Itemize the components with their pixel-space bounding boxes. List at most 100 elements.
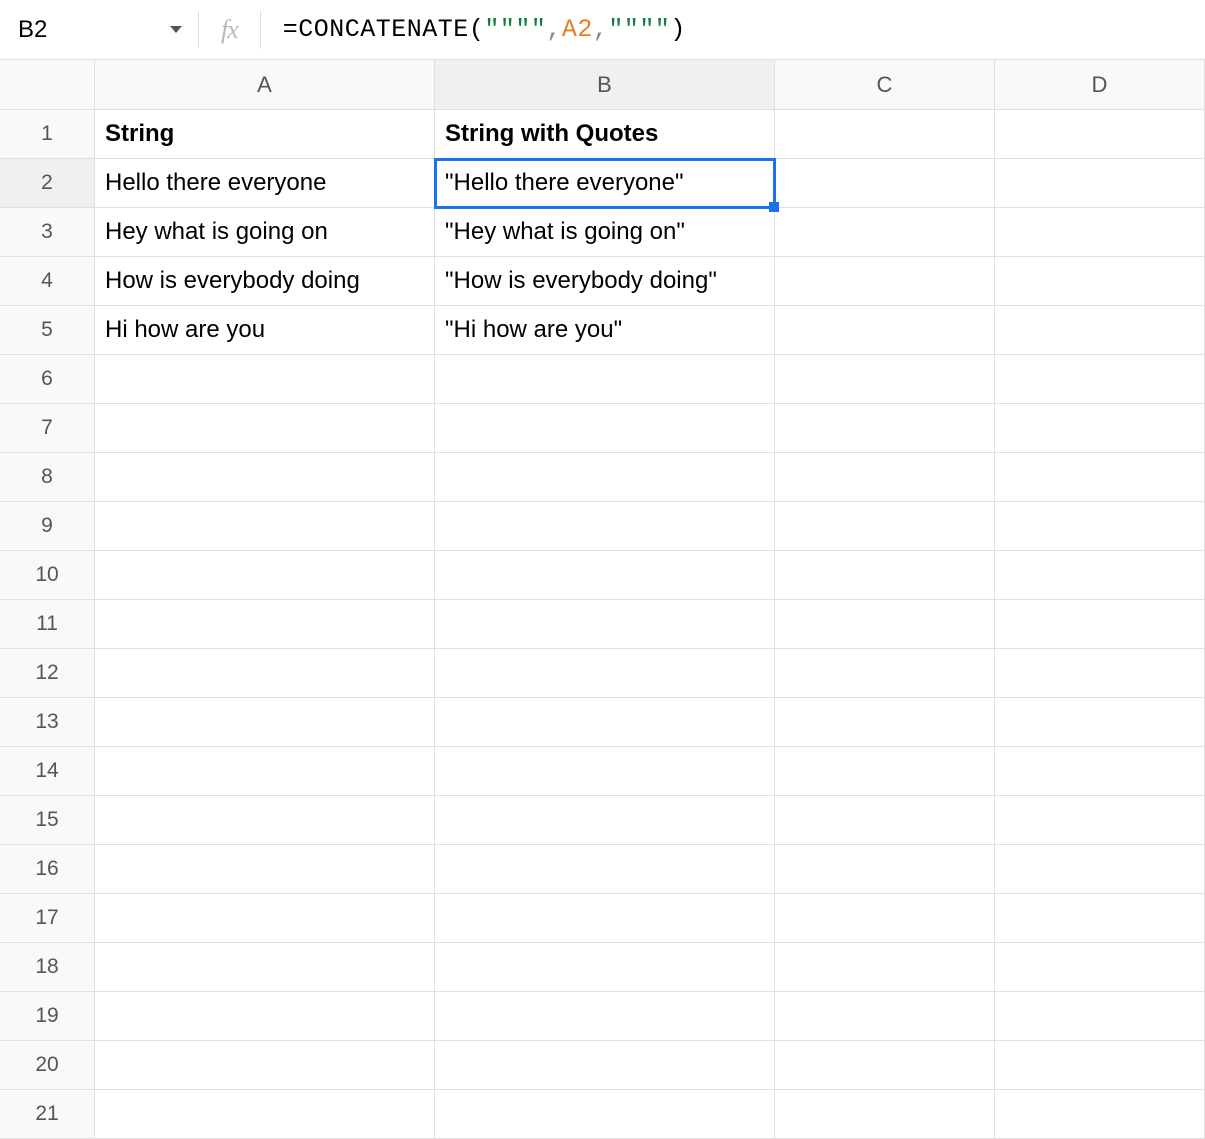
cell-B13[interactable] xyxy=(435,698,775,747)
cell-C16[interactable] xyxy=(775,845,995,894)
cell-D10[interactable] xyxy=(995,551,1205,600)
row-header-16[interactable]: 16 xyxy=(0,845,95,894)
cell-B17[interactable] xyxy=(435,894,775,943)
cell-B11[interactable] xyxy=(435,600,775,649)
cell-C20[interactable] xyxy=(775,1041,995,1090)
row-header-11[interactable]: 11 xyxy=(0,600,95,649)
name-box[interactable]: B2 xyxy=(0,0,198,59)
cell-C1[interactable] xyxy=(775,110,995,159)
cell-D21[interactable] xyxy=(995,1090,1205,1139)
cell-A18[interactable] xyxy=(95,943,435,992)
cell-D3[interactable] xyxy=(995,208,1205,257)
row-header-10[interactable]: 10 xyxy=(0,551,95,600)
formula-input[interactable]: =CONCATENATE("""",A2,"""") xyxy=(283,15,1205,44)
cell-B12[interactable] xyxy=(435,649,775,698)
row-header-7[interactable]: 7 xyxy=(0,404,95,453)
row-header-4[interactable]: 4 xyxy=(0,257,95,306)
row-header-9[interactable]: 9 xyxy=(0,502,95,551)
cell-C18[interactable] xyxy=(775,943,995,992)
column-header-B[interactable]: B xyxy=(435,60,775,110)
cell-C5[interactable] xyxy=(775,306,995,355)
cell-D17[interactable] xyxy=(995,894,1205,943)
cell-B16[interactable] xyxy=(435,845,775,894)
cell-B1[interactable]: String with Quotes xyxy=(435,110,775,159)
row-header-20[interactable]: 20 xyxy=(0,1041,95,1090)
cell-D15[interactable] xyxy=(995,796,1205,845)
cell-C19[interactable] xyxy=(775,992,995,1041)
cell-D11[interactable] xyxy=(995,600,1205,649)
cell-D12[interactable] xyxy=(995,649,1205,698)
select-all-corner[interactable] xyxy=(0,60,95,110)
cell-A4[interactable]: How is everybody doing xyxy=(95,257,435,306)
cell-D2[interactable] xyxy=(995,159,1205,208)
cell-A2[interactable]: Hello there everyone xyxy=(95,159,435,208)
cell-C8[interactable] xyxy=(775,453,995,502)
row-header-2[interactable]: 2 xyxy=(0,159,95,208)
cell-C3[interactable] xyxy=(775,208,995,257)
cell-A10[interactable] xyxy=(95,551,435,600)
cell-D14[interactable] xyxy=(995,747,1205,796)
cell-C14[interactable] xyxy=(775,747,995,796)
row-header-12[interactable]: 12 xyxy=(0,649,95,698)
row-header-8[interactable]: 8 xyxy=(0,453,95,502)
cell-B18[interactable] xyxy=(435,943,775,992)
row-header-19[interactable]: 19 xyxy=(0,992,95,1041)
row-header-5[interactable]: 5 xyxy=(0,306,95,355)
row-header-17[interactable]: 17 xyxy=(0,894,95,943)
cell-A13[interactable] xyxy=(95,698,435,747)
row-header-1[interactable]: 1 xyxy=(0,110,95,159)
cell-A8[interactable] xyxy=(95,453,435,502)
cell-A15[interactable] xyxy=(95,796,435,845)
cell-D9[interactable] xyxy=(995,502,1205,551)
chevron-down-icon[interactable] xyxy=(170,26,182,33)
cell-C21[interactable] xyxy=(775,1090,995,1139)
cell-C17[interactable] xyxy=(775,894,995,943)
cell-A12[interactable] xyxy=(95,649,435,698)
cell-D4[interactable] xyxy=(995,257,1205,306)
cell-A1[interactable]: String xyxy=(95,110,435,159)
cell-A5[interactable]: Hi how are you xyxy=(95,306,435,355)
cell-C12[interactable] xyxy=(775,649,995,698)
column-header-D[interactable]: D xyxy=(995,60,1205,110)
cell-D5[interactable] xyxy=(995,306,1205,355)
cell-C6[interactable] xyxy=(775,355,995,404)
row-header-21[interactable]: 21 xyxy=(0,1090,95,1139)
cell-C15[interactable] xyxy=(775,796,995,845)
cell-D13[interactable] xyxy=(995,698,1205,747)
cell-C10[interactable] xyxy=(775,551,995,600)
cell-A21[interactable] xyxy=(95,1090,435,1139)
column-header-A[interactable]: A xyxy=(95,60,435,110)
row-header-14[interactable]: 14 xyxy=(0,747,95,796)
cell-B6[interactable] xyxy=(435,355,775,404)
cell-A11[interactable] xyxy=(95,600,435,649)
cell-B15[interactable] xyxy=(435,796,775,845)
cell-B10[interactable] xyxy=(435,551,775,600)
cell-D18[interactable] xyxy=(995,943,1205,992)
cell-D7[interactable] xyxy=(995,404,1205,453)
cell-A17[interactable] xyxy=(95,894,435,943)
cell-D6[interactable] xyxy=(995,355,1205,404)
cell-D19[interactable] xyxy=(995,992,1205,1041)
spreadsheet-grid[interactable]: ABCD 1StringString with Quotes 2Hello ther… xyxy=(0,60,1205,1139)
cell-B14[interactable] xyxy=(435,747,775,796)
cell-D8[interactable] xyxy=(995,453,1205,502)
cell-B21[interactable] xyxy=(435,1090,775,1139)
cell-A14[interactable] xyxy=(95,747,435,796)
cell-B3[interactable]: "Hey what is going on" xyxy=(435,208,775,257)
cell-B8[interactable] xyxy=(435,453,775,502)
cell-C7[interactable] xyxy=(775,404,995,453)
cell-A16[interactable] xyxy=(95,845,435,894)
cell-C9[interactable] xyxy=(775,502,995,551)
row-header-15[interactable]: 15 xyxy=(0,796,95,845)
cell-A20[interactable] xyxy=(95,1041,435,1090)
cell-A9[interactable] xyxy=(95,502,435,551)
cell-D20[interactable] xyxy=(995,1041,1205,1090)
cell-B5[interactable]: "Hi how are you" xyxy=(435,306,775,355)
column-header-C[interactable]: C xyxy=(775,60,995,110)
cell-B7[interactable] xyxy=(435,404,775,453)
row-header-13[interactable]: 13 xyxy=(0,698,95,747)
cell-C11[interactable] xyxy=(775,600,995,649)
cell-C2[interactable] xyxy=(775,159,995,208)
cell-C4[interactable] xyxy=(775,257,995,306)
cell-D1[interactable] xyxy=(995,110,1205,159)
